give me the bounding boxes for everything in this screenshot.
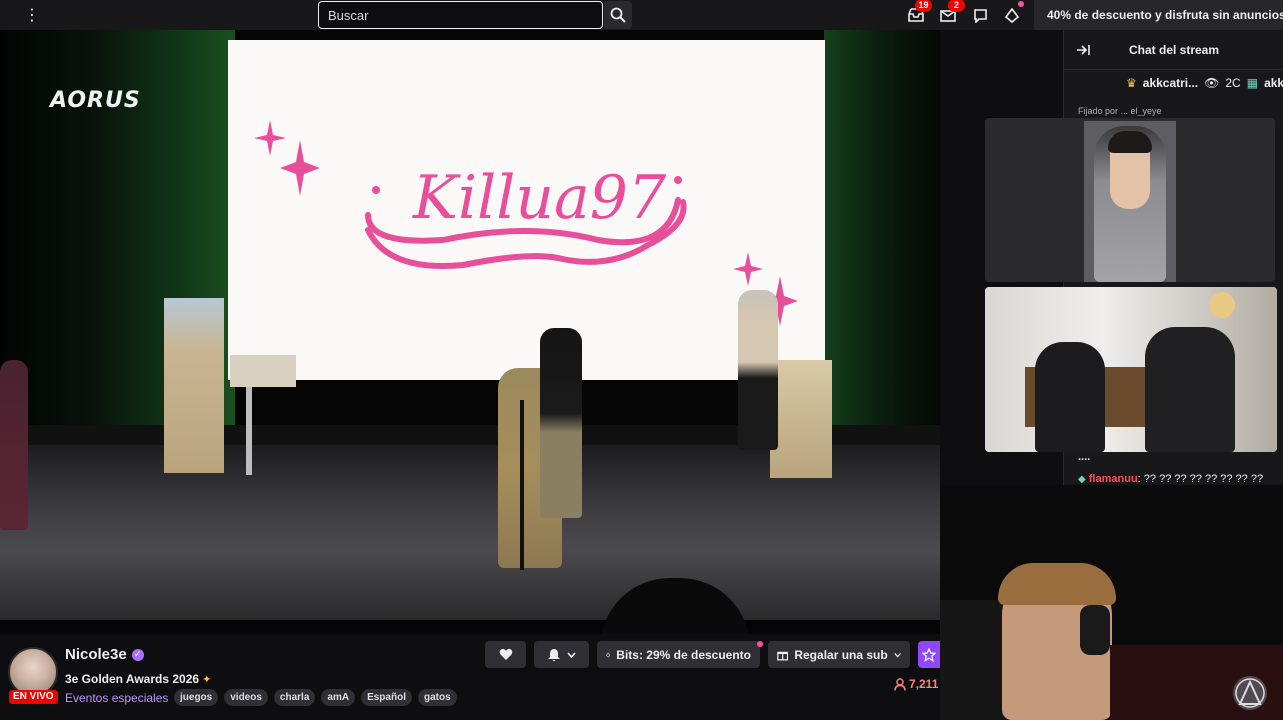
stage-prop-right xyxy=(770,360,832,478)
person-icon xyxy=(894,677,906,691)
crown-icon: ♛ xyxy=(1126,76,1137,90)
channel-name-text: Nicole3e xyxy=(65,646,127,663)
lamp xyxy=(1209,292,1235,318)
person-left xyxy=(1035,342,1105,452)
pinned-text: Fijado por ... el_yeye xyxy=(1078,106,1162,116)
top-nav-bar: ⋮ 19 2 xyxy=(0,0,1283,30)
chevron-down-icon xyxy=(894,652,901,658)
chat-message: ◆ flamanuu: ?? ?? ?? ?? ?? ?? ?? ?? xyxy=(1078,473,1283,485)
tag-chip[interactable]: amA xyxy=(321,689,356,706)
bits-discount-button[interactable]: Bits: 29% de descuento xyxy=(597,641,760,668)
whispers-button[interactable] xyxy=(970,5,990,25)
tag-chip[interactable]: gatos xyxy=(417,689,457,706)
category-link[interactable]: Eventos especiales xyxy=(65,691,168,705)
headset xyxy=(1080,605,1110,655)
tag-chip[interactable]: Español xyxy=(361,689,412,706)
notifications-badge: 19 xyxy=(915,0,932,12)
verified-icon: ✓ xyxy=(131,648,144,661)
gift-icon xyxy=(777,651,789,660)
unread-dot xyxy=(1018,1,1024,7)
search-button[interactable] xyxy=(604,1,632,29)
tag-chip[interactable]: charla xyxy=(273,689,316,706)
live-badge: EN VIVO xyxy=(9,690,58,704)
channel-info-bar: EN VIVO Nicole3e ✓ 3e Golden Awards 2026… xyxy=(0,634,940,720)
tag-list: juegos videos charla amA Español gatos xyxy=(174,689,457,706)
viewer-count-value: 7,211 xyxy=(909,677,939,691)
chatter-view-count: 2C xyxy=(1225,76,1241,90)
stage-curtain-right xyxy=(824,30,940,450)
inbox-badge: 2 xyxy=(948,0,965,12)
pinned-message: Fijado por ... el_yeye xyxy=(1078,106,1278,116)
bits-button[interactable] xyxy=(1002,1,1024,25)
performer-raglan xyxy=(738,290,778,450)
chat-bubble-icon xyxy=(973,8,987,23)
bits-gem-icon xyxy=(1005,7,1019,23)
collapse-arrow-icon[interactable] xyxy=(1076,43,1090,57)
notifications-bell-button[interactable] xyxy=(534,641,589,668)
chatter-name-2[interactable]: akkc xyxy=(1264,76,1283,90)
sparkle-icon: ✦ xyxy=(202,673,212,686)
bits-gem-icon xyxy=(606,651,611,658)
eye-icon: 👁 xyxy=(1204,76,1220,90)
search-box xyxy=(318,1,603,29)
chatter-name-1[interactable]: akkcatri... xyxy=(1143,76,1198,90)
killua-text: Killua97 xyxy=(412,163,667,233)
chat-header: Chat del stream xyxy=(1064,30,1283,70)
presenter-left xyxy=(0,360,28,530)
search-icon xyxy=(610,7,626,23)
mic-stand xyxy=(520,400,524,570)
webcam-feed-1 xyxy=(1084,121,1176,282)
search-input[interactable] xyxy=(319,2,602,28)
chat-title: Chat del stream xyxy=(1128,42,1220,57)
vertical-ellipsis-icon[interactable]: ⋮ xyxy=(24,6,40,24)
webcam-overlay-3 xyxy=(940,485,1283,720)
follow-button[interactable] xyxy=(485,641,526,668)
star-icon xyxy=(922,647,936,662)
stage-table xyxy=(230,355,296,387)
aorus-logo: AORUS xyxy=(50,88,141,113)
notifications-button[interactable]: 19 xyxy=(906,0,932,25)
tag-chip[interactable]: videos xyxy=(224,689,268,706)
chat-badge-icon: ◆ xyxy=(1078,474,1086,485)
channel-watermark-icon xyxy=(1233,676,1267,710)
bits-promo-dot xyxy=(757,641,763,647)
inbox-button[interactable]: 2 xyxy=(938,0,965,25)
channel-name[interactable]: Nicole3e ✓ xyxy=(65,646,144,663)
viewer-count: 7,211 xyxy=(894,677,938,691)
webcam-overlay-2 xyxy=(985,287,1277,452)
gift-sub-button[interactable]: Regalar una sub xyxy=(768,641,910,668)
promo-text: 40% de descuento y disfruta sin anuncios xyxy=(1047,8,1283,22)
chevron-down-icon xyxy=(567,651,576,658)
bits-discount-label: Bits: 29% de descuento xyxy=(616,647,751,662)
stream-title: 3e Golden Awards 2026 ✦ xyxy=(65,672,211,686)
video-player[interactable]: Killua97 AORUS xyxy=(0,30,940,634)
subscribe-button[interactable] xyxy=(918,641,940,668)
streamer-hair xyxy=(998,563,1116,605)
stage-table-leg xyxy=(246,385,252,475)
gift-sub-label: Regalar una sub xyxy=(794,647,888,662)
stage-projection-screen: Killua97 xyxy=(228,40,825,380)
performer-black-shirt xyxy=(540,328,582,518)
heart-icon xyxy=(499,648,512,660)
webcam-overlay-1 xyxy=(985,118,1275,282)
stream-title-text: 3e Golden Awards 2026 xyxy=(65,672,200,686)
chat-username[interactable]: flamanuu xyxy=(1089,473,1138,485)
chat-text: : ?? ?? ?? ?? ?? ?? ?? ?? xyxy=(1137,473,1264,485)
top-chatters-row: ♛ akkcatri... 👁 2C ▦ akkc xyxy=(1064,70,1283,96)
stage-prop-left xyxy=(164,298,224,473)
tag-chip[interactable]: juegos xyxy=(174,689,219,706)
killua-graphic: Killua97 xyxy=(254,120,798,326)
turbo-promo-button[interactable]: 40% de descuento y disfruta sin anuncios xyxy=(1034,0,1283,30)
person-right xyxy=(1145,327,1235,452)
bell-icon xyxy=(548,648,560,661)
badge-icon: ▦ xyxy=(1246,76,1259,90)
chat-ellipsis: .... xyxy=(1078,451,1091,463)
stream-page: ⋮ 19 2 xyxy=(0,0,1283,720)
